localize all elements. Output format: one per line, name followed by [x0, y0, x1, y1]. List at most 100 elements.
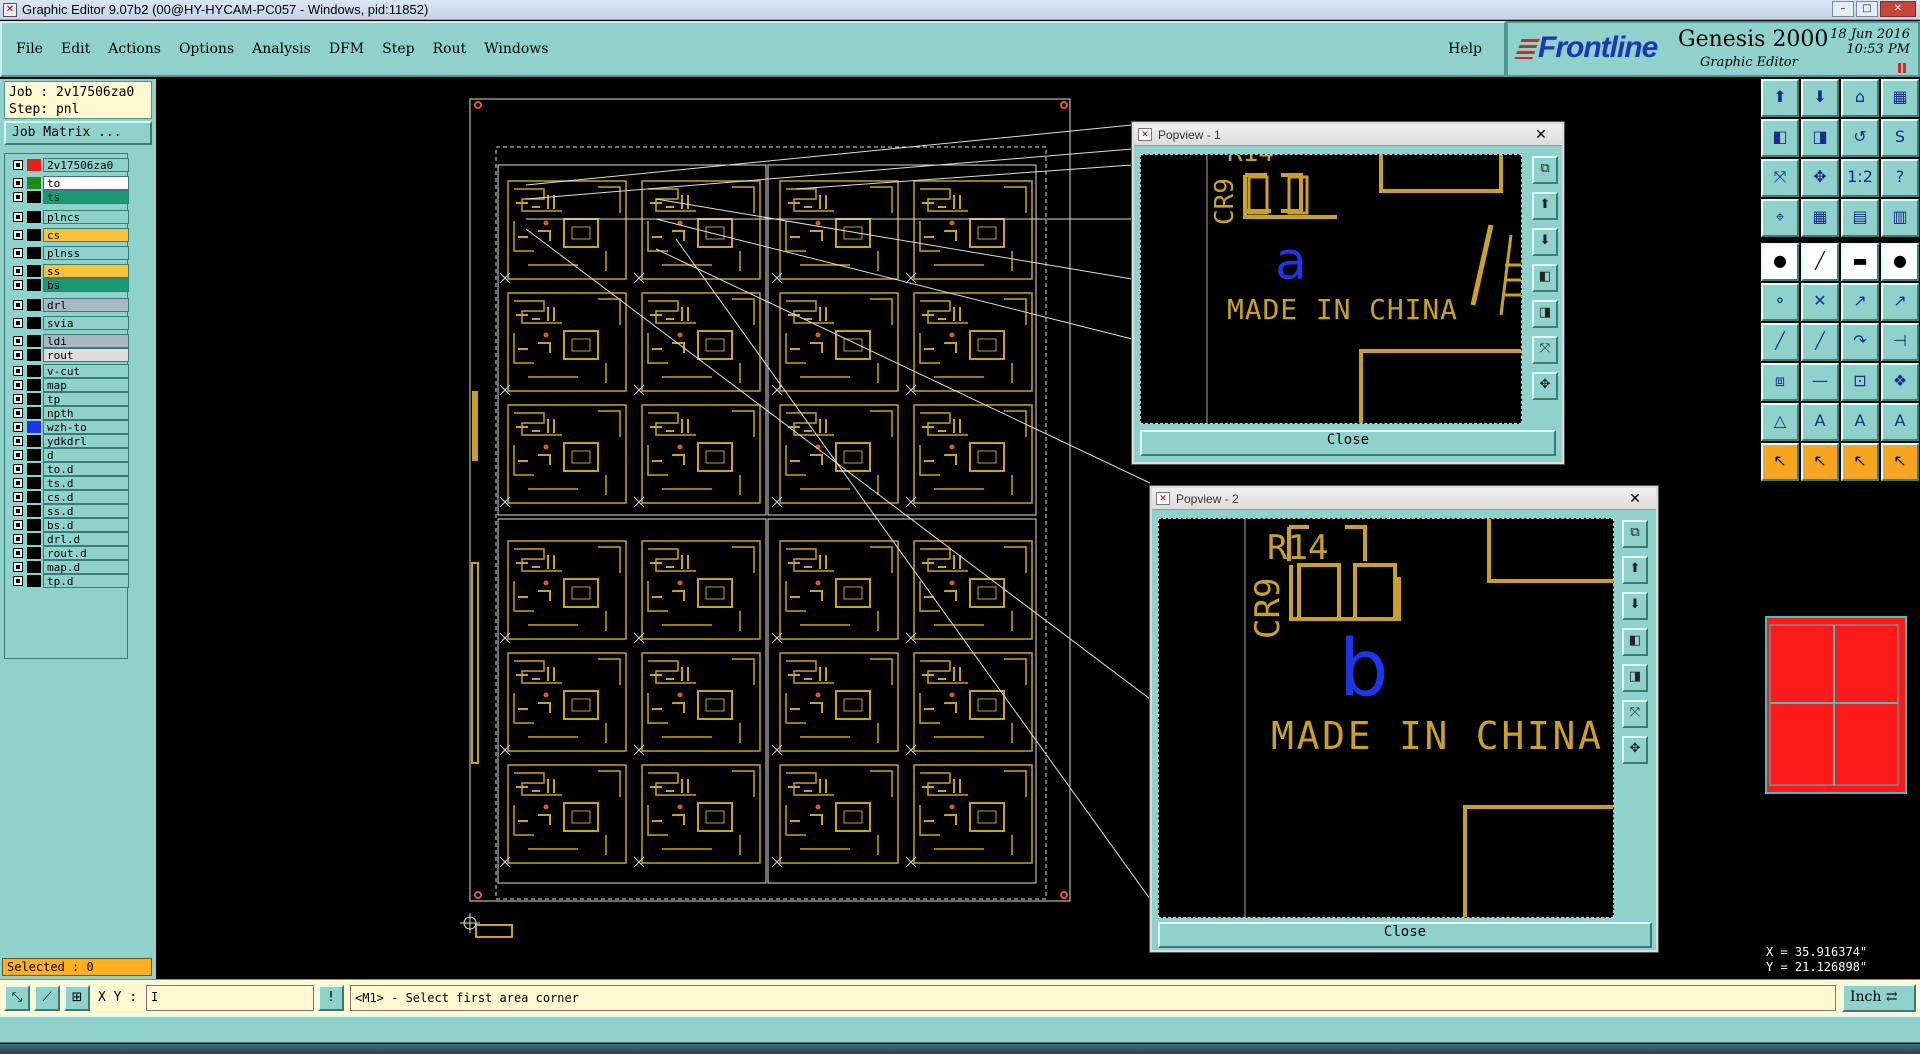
grid-toggle-icon[interactable]: ▦ — [1801, 199, 1839, 237]
layer-color-swatch[interactable] — [27, 279, 41, 291]
layer-name[interactable]: bs.d — [43, 518, 129, 532]
zoom-home-icon[interactable]: ⬆ — [1761, 79, 1799, 117]
layer-visibility-checkbox[interactable] — [13, 478, 23, 488]
close-window-button[interactable]: ✕ — [1880, 1, 1916, 17]
layer-name[interactable]: map — [43, 378, 129, 392]
layer-visibility-checkbox[interactable] — [13, 380, 23, 390]
layer-visibility-checkbox[interactable] — [13, 548, 23, 558]
popview-left-icon[interactable]: ◧ — [1532, 264, 1558, 292]
layer-row-ydkdrl[interactable]: ydkdrl — [7, 434, 129, 448]
pan-right-icon[interactable]: ◨ — [1801, 119, 1839, 157]
layer-name[interactable]: drl — [43, 298, 129, 312]
layer-row-svia[interactable]: svia — [7, 316, 129, 330]
layer-visibility-checkbox[interactable] — [13, 408, 23, 418]
layer-visibility-checkbox[interactable] — [13, 394, 23, 404]
layer-color-swatch[interactable] — [27, 533, 41, 545]
menu-analysis[interactable]: Analysis — [252, 41, 311, 57]
grid-icon[interactable]: ▦ — [1881, 79, 1919, 117]
layer-color-swatch[interactable] — [27, 317, 41, 329]
layer-visibility-checkbox[interactable] — [13, 576, 23, 586]
layer-row-plncs[interactable]: plncs — [7, 210, 129, 224]
popview-right-icon[interactable]: ◨ — [1622, 664, 1648, 692]
text-c-icon[interactable]: A — [1881, 403, 1919, 441]
layer-visibility-checkbox[interactable] — [13, 562, 23, 572]
popview-center-icon[interactable]: ✥ — [1532, 372, 1558, 400]
scale-icon[interactable]: 1:2 — [1841, 159, 1879, 197]
layer-visibility-checkbox[interactable] — [13, 350, 23, 360]
layer-name[interactable]: plncs — [43, 210, 129, 224]
layer-visibility-checkbox[interactable] — [13, 366, 23, 376]
layer-color-swatch[interactable] — [27, 247, 41, 259]
layer-name[interactable]: to — [43, 176, 129, 190]
overview-minimap[interactable] — [1760, 611, 1920, 807]
measure-icon[interactable]: ⌖ — [1761, 199, 1799, 237]
layer-visibility-checkbox[interactable] — [13, 212, 23, 222]
layer-color-swatch[interactable] — [27, 177, 41, 189]
layer-color-swatch[interactable] — [27, 505, 41, 517]
pad-icon[interactable]: ● — [1761, 243, 1799, 281]
menu-edit[interactable]: Edit — [61, 41, 90, 57]
layer-color-swatch[interactable] — [27, 435, 41, 447]
layer-color-swatch[interactable] — [27, 393, 41, 405]
menu-file[interactable]: File — [16, 41, 43, 57]
layer-visibility-checkbox[interactable] — [13, 534, 23, 544]
home-icon[interactable]: ⌂ — [1841, 79, 1879, 117]
layer-name[interactable]: drl.d — [43, 532, 129, 546]
layer-visibility-checkbox[interactable] — [13, 248, 23, 258]
minimize-button[interactable]: – — [1832, 1, 1854, 17]
draw-line-icon[interactable]: ╱ — [1761, 323, 1799, 361]
pan-left-icon[interactable]: ◧ — [1761, 119, 1799, 157]
layer-color-swatch[interactable] — [27, 365, 41, 377]
layer-color-swatch[interactable] — [27, 407, 41, 419]
layer-row-d[interactable]: d — [7, 448, 129, 462]
layer-color-swatch[interactable] — [27, 335, 41, 347]
popview-left-icon[interactable]: ◧ — [1622, 628, 1648, 656]
pointer-route-icon[interactable]: ↖ — [1881, 443, 1919, 481]
popview-fit-icon[interactable]: ⤧ — [1622, 700, 1648, 728]
connect-icon[interactable]: ⚬ — [1761, 283, 1799, 321]
popview-2-close-button[interactable]: Close — [1158, 922, 1652, 948]
measure-area-icon[interactable]: ⟋ — [34, 985, 60, 1011]
layer-visibility-checkbox[interactable] — [13, 520, 23, 530]
layer-color-swatch[interactable] — [27, 299, 41, 311]
layer-row-map[interactable]: map — [7, 378, 129, 392]
move-icon[interactable]: ↗ — [1841, 283, 1879, 321]
layer-color-swatch[interactable] — [27, 229, 41, 241]
layer-color-swatch[interactable] — [27, 211, 41, 223]
layer-color-swatch[interactable] — [27, 379, 41, 391]
layer-name[interactable]: d — [43, 448, 129, 462]
layer-visibility-checkbox[interactable] — [13, 318, 23, 328]
layer-color-swatch[interactable] — [27, 421, 41, 433]
popview-down-icon[interactable]: ⬇ — [1622, 592, 1648, 620]
layer-name[interactable]: ldi — [43, 334, 129, 348]
popview-1-close-button[interactable]: Close — [1140, 430, 1556, 456]
text-b-icon[interactable]: A — [1841, 403, 1879, 441]
center-icon[interactable]: ✥ — [1801, 159, 1839, 197]
layer-color-swatch[interactable] — [27, 477, 41, 489]
menu-help[interactable]: Help — [1448, 41, 1482, 57]
popview-1-view[interactable]: R14 CR9 a MADE IN CHINA — [1140, 154, 1522, 424]
text-a-icon[interactable]: A — [1801, 403, 1839, 441]
popview-2-close-icon[interactable]: ✕ — [1620, 490, 1650, 507]
popview-zoom-icon[interactable]: ⧉ — [1532, 156, 1558, 184]
layer-row-drl[interactable]: drl — [7, 298, 129, 312]
layer-color-swatch[interactable] — [27, 491, 41, 503]
menu-step[interactable]: Step — [382, 41, 414, 57]
layer-name[interactable]: tp — [43, 392, 129, 406]
layer-row-2v17506za0[interactable]: 2v17506za0 — [7, 158, 129, 172]
pointer-select-icon[interactable]: ↖ — [1801, 443, 1839, 481]
layer-name[interactable]: rout.d — [43, 546, 129, 560]
layer-visibility-checkbox[interactable] — [13, 464, 23, 474]
popview-zoom-icon[interactable]: ⧉ — [1622, 520, 1648, 548]
popview-center-icon[interactable]: ✥ — [1622, 736, 1648, 764]
layer-name[interactable]: wzh-to — [43, 420, 129, 434]
ruler-icon[interactable]: ▬ — [1841, 243, 1879, 281]
layer-color-swatch[interactable] — [27, 191, 41, 203]
layer-name[interactable]: ss — [43, 264, 129, 278]
layer-row-ss-d[interactable]: ss.d — [7, 504, 129, 518]
layer-visibility-checkbox[interactable] — [13, 436, 23, 446]
alert-icon[interactable]: ! — [318, 985, 344, 1011]
layer-row-bs[interactable]: bs — [7, 278, 129, 292]
draw-slash-icon[interactable]: ╱ — [1801, 323, 1839, 361]
layer-row-tp[interactable]: tp — [7, 392, 129, 406]
